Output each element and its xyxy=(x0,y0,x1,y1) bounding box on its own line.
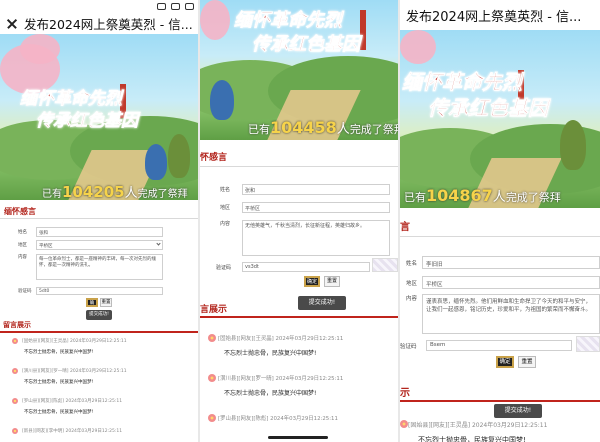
captcha-label: 验证码 xyxy=(400,343,417,350)
worship-count: 104458 xyxy=(270,118,337,137)
worship-count-text: 已有104458人完成了祭拜 xyxy=(248,118,398,137)
message-body: 不忘烈士抛忠骨，民族复兴中国梦! xyxy=(24,350,94,355)
form-section-title: 怀感言 xyxy=(200,153,228,163)
messages-section-title: 言展示 xyxy=(200,305,228,315)
region-select[interactable]: 平桥区 xyxy=(36,240,163,250)
list-item: [潢川县][网友][罗一晴] 2024年03月29日12:25:11 不忘烈士抛… xyxy=(218,376,344,397)
submit-button[interactable]: 确定 xyxy=(86,298,98,313)
region-label: 地区 xyxy=(406,280,418,287)
close-icon[interactable] xyxy=(6,18,16,28)
reset-button[interactable]: 重置 xyxy=(324,276,340,287)
messages-section-title: 示 xyxy=(400,388,410,399)
battery-icon xyxy=(185,2,194,10)
submit-button[interactable]: 确定 xyxy=(304,276,320,287)
content-label: 内容 xyxy=(220,221,231,227)
list-item: [潢川县][网友][罗一晴] 2024年03月29日12:25:11 不忘烈士抛… xyxy=(22,369,127,385)
submit-button[interactable]: 确定 xyxy=(496,356,514,368)
list-item: [新县][网友][李中明] 2024年03月29日12:25:11 xyxy=(22,429,123,434)
list-item: [固始县][网友][王灵晶] 2024年03月29日12:25:11 不忘烈士抛… xyxy=(408,422,548,442)
banner-slogan-line1: 缅怀革命先烈 xyxy=(402,70,523,95)
captcha-label: 验证码 xyxy=(18,289,32,294)
screenshot-panel-right: 发布2024网上祭奠英烈 - 信... 缅怀革命先烈 传承红色基因 已有1048… xyxy=(400,0,600,442)
worship-count: 104205 xyxy=(62,183,125,200)
captcha-image[interactable] xyxy=(576,336,600,352)
status-bar xyxy=(0,0,200,12)
content-textarea[interactable]: 谨表哀思，缅怀先烈。他们用鲜血和生命捍卫了今天的和平与安宁，让我们一起感恩，铭记… xyxy=(422,294,600,334)
banner-slogan-line2: 传承红色基因 xyxy=(36,111,139,132)
region-select[interactable]: 平桥区 xyxy=(242,202,390,213)
page-title: 发布2024网上祭奠英烈 - 信... xyxy=(24,16,193,32)
form-section-title: 缅怀感言 xyxy=(4,207,36,216)
content-label: 内容 xyxy=(406,296,418,302)
reset-button[interactable]: 重置 xyxy=(518,356,536,368)
region-label: 地区 xyxy=(220,205,231,211)
signal-icon xyxy=(157,2,166,10)
message-meta: [固始县][网友][王灵晶] 2024年03月29日12:25:11 xyxy=(22,339,127,344)
list-item: [罗山县][网友][陈彪] 2024年03月29日12:25:11 不忘烈士抛忠… xyxy=(22,399,123,415)
worship-count-text: 已有104205人完成了祭拜 xyxy=(42,183,188,200)
success-toast: 提交成功! xyxy=(494,404,542,418)
cartoon-children xyxy=(145,144,167,180)
captcha-input[interactable]: Bsem xyxy=(426,340,572,351)
flower-icon xyxy=(12,338,18,344)
name-label: 姓名 xyxy=(18,230,27,235)
wifi-icon xyxy=(171,2,180,10)
monument xyxy=(360,10,366,50)
name-input[interactable]: 张和 xyxy=(242,184,390,195)
worship-count: 104867 xyxy=(426,186,493,205)
cartoon-children xyxy=(210,80,234,120)
list-item: [固始县][网友][王灵晶] 2024年03月29日12:25:11 不忘烈士抛… xyxy=(12,338,127,355)
banner-slogan-line2: 传承红色基因 xyxy=(252,34,361,56)
flower-icon xyxy=(12,368,18,374)
content-textarea[interactable]: 无他英雄气，千秋当清烈，长征新征程，英雄归故乡。 xyxy=(242,220,390,256)
list-item: [固始县][网友][王灵晶] 2024年03月29日12:25:11 不忘烈士抛… xyxy=(218,336,344,357)
messages-section-title: 留言展示 xyxy=(3,321,31,329)
title-bar: 发布2024网上祭奠英烈 - 信... xyxy=(400,0,600,30)
captcha-input[interactable]: 5dt0 xyxy=(36,287,163,295)
name-label: 姓名 xyxy=(220,187,231,193)
screenshot-panel-left: 发布2024网上祭奠英烈 - 信... 缅怀革命先烈 传承红色基因 已有1042… xyxy=(0,0,200,442)
name-input[interactable]: 李旧旧 xyxy=(422,256,600,269)
region-label: 地区 xyxy=(18,243,27,248)
content-textarea[interactable]: 每一位革命烈士，都是一座精神的丰碑，每一次对先烈的缅怀，都是一次精神的洗礼。 xyxy=(36,254,163,280)
success-toast: 提交成功! xyxy=(86,310,112,320)
blossom-tree xyxy=(20,34,60,64)
flower-icon xyxy=(12,428,18,434)
memorial-banner: 缅怀革命先烈 传承红色基因 已有104867人完成了祭拜 xyxy=(400,30,600,208)
captcha-image[interactable] xyxy=(372,258,398,272)
captcha-label: 验证码 xyxy=(216,264,232,271)
content-label: 内容 xyxy=(18,255,27,260)
worship-count-text: 已有104867人完成了祭拜 xyxy=(404,186,561,205)
banner-slogan-line2: 传承红色基因 xyxy=(428,96,549,121)
form-section-title: 言 xyxy=(400,222,410,233)
memorial-banner: 缅怀革命先烈 传承红色基因 已有104205人完成了祭拜 xyxy=(0,34,200,200)
reset-button[interactable]: 重置 xyxy=(100,298,112,307)
region-select[interactable]: 平桥区 xyxy=(422,276,600,289)
name-input[interactable]: 张和 xyxy=(36,227,163,237)
banner-slogan-line1: 缅怀革命先烈 xyxy=(234,10,343,32)
cartoon-children xyxy=(560,120,586,170)
title-bar: 发布2024网上祭奠英烈 - 信... xyxy=(0,12,200,34)
list-item: [罗山县][网友][陈彪] 2024年03月29日12:25:11 xyxy=(218,416,338,422)
home-indicator[interactable] xyxy=(268,436,328,439)
flower-icon xyxy=(12,398,18,404)
captcha-input[interactable]: vs3dt xyxy=(242,262,370,272)
name-label: 姓名 xyxy=(406,260,418,267)
screenshot-panel-middle: 缅怀革命先烈 传承红色基因 已有104458人完成了祭拜 怀感言 姓名 张和 地… xyxy=(200,0,398,442)
success-toast: 提交成功! xyxy=(298,296,346,310)
memorial-banner: 缅怀革命先烈 传承红色基因 已有104458人完成了祭拜 xyxy=(200,0,398,140)
page-title: 发布2024网上祭奠英烈 - 信... xyxy=(406,9,582,25)
